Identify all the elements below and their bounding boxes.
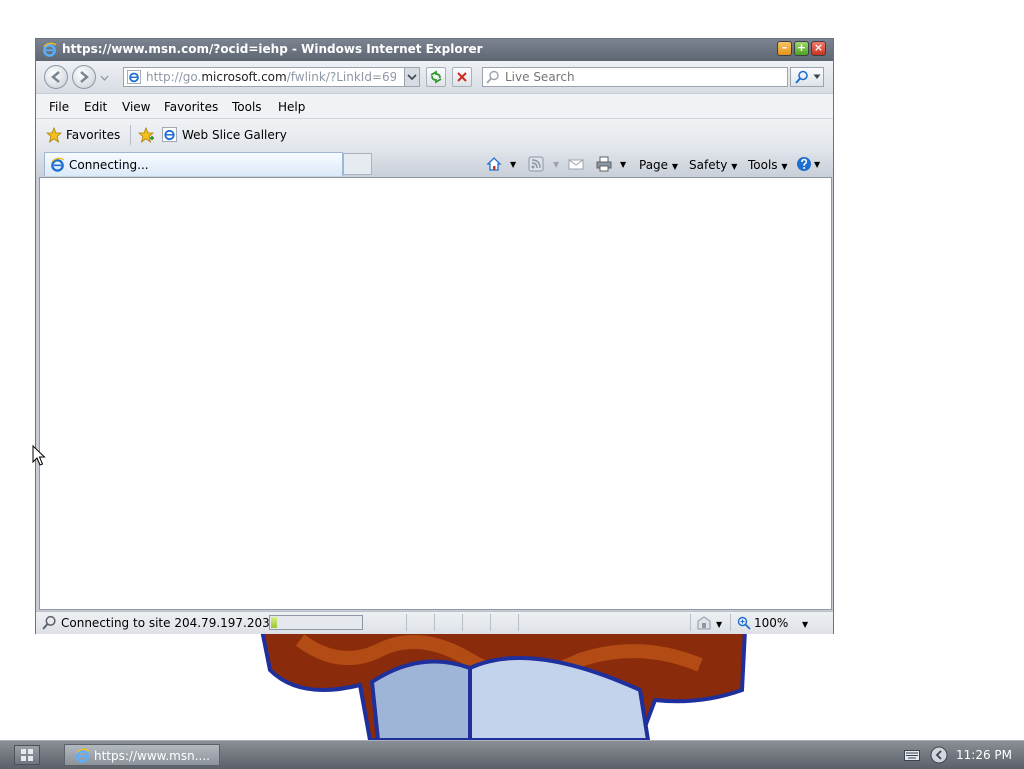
help-icon[interactable] (796, 156, 812, 172)
status-divider (690, 614, 691, 631)
refresh-button[interactable] (426, 67, 446, 87)
status-bar: Connecting to site 204.79.197.203 ▼ 100%… (36, 611, 833, 634)
start-grid-icon (21, 749, 33, 761)
status-divider (434, 614, 435, 631)
menu-tools[interactable]: Tools (232, 100, 262, 114)
zoom-dropdown-chevron-icon[interactable]: ▼ (802, 620, 808, 629)
favorites-divider (130, 125, 131, 145)
recent-pages-chevron-icon[interactable] (100, 75, 109, 81)
add-to-favorites-icon[interactable] (138, 127, 155, 144)
feeds-dropdown-chevron-icon: ▼ (553, 160, 560, 169)
search-icon (795, 70, 808, 84)
clock[interactable]: 11:26 PM (956, 748, 1012, 762)
tab-ie-icon (51, 157, 65, 172)
safety-menu[interactable]: Safety ▼ (689, 158, 737, 172)
status-divider (490, 614, 491, 631)
close-window-button[interactable]: × (811, 41, 826, 56)
address-dropdown-button[interactable] (404, 68, 419, 86)
read-mail-icon[interactable] (568, 156, 584, 172)
menu-favorites[interactable]: Favorites (164, 100, 218, 114)
zoom-icon (737, 616, 751, 630)
zoom-level[interactable]: 100% (754, 616, 788, 630)
protected-mode-icon[interactable] (696, 615, 712, 631)
web-slice-ie-icon (162, 127, 177, 142)
back-button[interactable] (44, 65, 68, 89)
feeds-icon[interactable] (528, 156, 544, 172)
start-button[interactable] (14, 745, 40, 765)
menu-view[interactable]: View (122, 100, 150, 114)
page-content-area[interactable] (39, 177, 832, 610)
tab-connecting[interactable]: Connecting... (44, 152, 343, 176)
menu-bar: File Edit View Favorites Tools Help (36, 93, 833, 118)
ie-logo-icon (43, 42, 57, 57)
taskbar-ie-icon (76, 748, 90, 763)
favorites-star-icon (46, 127, 62, 143)
status-text: Connecting to site 204.79.197.203 (61, 616, 270, 630)
taskbar-item-ie[interactable]: https://www.msn.... (64, 744, 220, 766)
refresh-icon (430, 70, 442, 84)
page-menu[interactable]: Page ▼ (639, 158, 678, 172)
taskbar: https://www.msn.... 11:26 PM (0, 740, 1024, 769)
search-box[interactable] (482, 67, 788, 87)
menu-help[interactable]: Help (278, 100, 305, 114)
search-go-button[interactable] (790, 67, 824, 87)
navigation-bar: http://go.microsoft.com/fwlink/?LinkId=6… (36, 61, 833, 93)
menu-file[interactable]: File (49, 100, 69, 114)
help-dropdown-chevron-icon[interactable]: ▼ (814, 160, 820, 169)
status-divider (730, 614, 731, 631)
taskbar-item-label: https://www.msn.... (94, 749, 210, 763)
tools-menu[interactable]: Tools ▼ (748, 158, 788, 172)
loading-progress-fill (271, 617, 278, 628)
forward-arrow-icon (80, 71, 89, 83)
home-dropdown-chevron-icon[interactable]: ▼ (510, 160, 516, 169)
status-divider (406, 614, 407, 631)
print-icon[interactable] (596, 156, 612, 172)
tools-menu-label: Tools (748, 158, 778, 172)
home-icon[interactable] (486, 156, 502, 172)
forward-button[interactable] (72, 65, 96, 89)
page-ie-icon (127, 70, 141, 84)
protected-mode-chevron-icon[interactable]: ▼ (716, 620, 722, 629)
new-tab-button[interactable] (343, 153, 372, 175)
menu-edit[interactable]: Edit (84, 100, 107, 114)
chevron-down-icon (407, 74, 417, 81)
address-bar[interactable]: http://go.microsoft.com/fwlink/?LinkId=6… (123, 67, 420, 87)
minimize-button[interactable]: – (777, 41, 792, 56)
loading-progress-bar (269, 615, 363, 630)
search-input[interactable] (503, 69, 777, 85)
tools-chevron-icon: ▼ (781, 162, 788, 171)
status-divider (518, 614, 519, 631)
status-search-icon (42, 615, 56, 630)
tray-expand-icon[interactable] (930, 746, 948, 764)
safety-chevron-icon: ▼ (731, 162, 738, 171)
print-dropdown-chevron-icon[interactable]: ▼ (620, 160, 626, 169)
safety-menu-label: Safety (689, 158, 728, 172)
address-url: http://go.microsoft.com/fwlink/?LinkId=6… (146, 70, 396, 84)
web-slice-gallery-link[interactable]: Web Slice Gallery (182, 128, 287, 142)
page-menu-label: Page (639, 158, 669, 172)
title-bar[interactable]: https://www.msn.com/?ocid=iehp - Windows… (36, 39, 833, 61)
mouse-pointer-icon (32, 445, 46, 466)
favorites-bar: Favorites Web Slice Gallery (36, 118, 833, 152)
maximize-button[interactable]: + (794, 41, 809, 56)
stop-x-icon (457, 72, 467, 82)
stop-button[interactable] (452, 67, 472, 87)
search-magnifier-icon (486, 70, 499, 84)
tab-label: Connecting... (69, 158, 149, 172)
search-options-chevron-icon (813, 74, 821, 79)
page-chevron-icon: ▼ (671, 162, 679, 171)
back-arrow-icon (51, 71, 60, 83)
status-divider (462, 614, 463, 631)
window-title: https://www.msn.com/?ocid=iehp - Windows… (62, 42, 483, 56)
favorites-button[interactable]: Favorites (66, 128, 120, 142)
tab-bar: Connecting... ▼ ▼ ▼ Page ▼ Safety ▼ Tool… (36, 151, 833, 177)
keyboard-icon[interactable] (904, 748, 920, 762)
ie-window: https://www.msn.com/?ocid=iehp - Windows… (35, 38, 834, 634)
